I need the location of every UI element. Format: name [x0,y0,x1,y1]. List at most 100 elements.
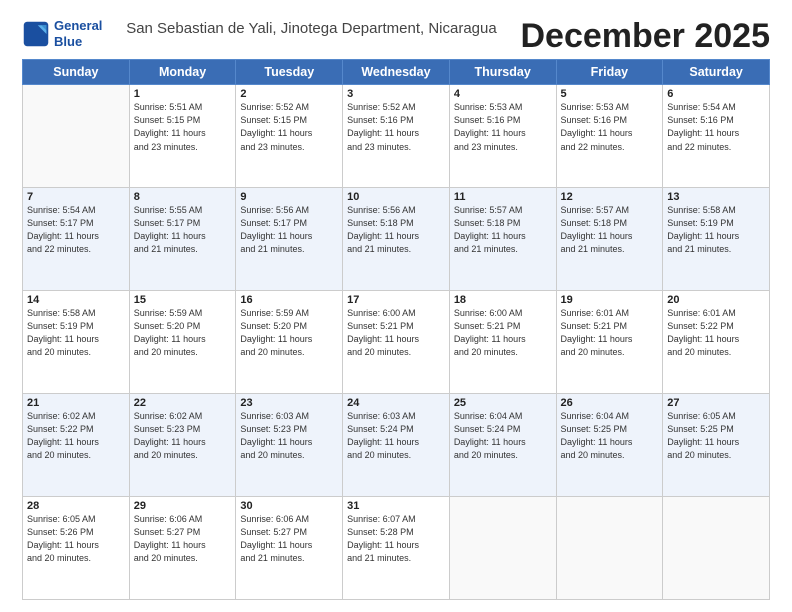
day-cell-2-4: 10Sunrise: 5:56 AMSunset: 5:18 PMDayligh… [343,188,450,291]
day-number: 9 [240,191,338,203]
day-number: 24 [347,397,445,409]
daylight-line1: Daylight: 11 hours [27,334,99,344]
day-number: 1 [134,88,232,100]
sunset-text: Sunset: 5:16 PM [454,115,521,125]
daylight-line2: and 23 minutes. [134,142,198,152]
sunset-text: Sunset: 5:21 PM [454,321,521,331]
calendar-table: Sunday Monday Tuesday Wednesday Thursday… [22,59,770,600]
day-info: Sunrise: 5:56 AMSunset: 5:18 PMDaylight:… [347,204,445,256]
sunset-text: Sunset: 5:23 PM [134,424,201,434]
daylight-line1: Daylight: 11 hours [347,128,419,138]
daylight-line1: Daylight: 11 hours [667,231,739,241]
sunrise-text: Sunrise: 5:54 AM [27,205,96,215]
sunset-text: Sunset: 5:20 PM [240,321,307,331]
day-cell-2-1: 7Sunrise: 5:54 AMSunset: 5:17 PMDaylight… [23,188,130,291]
sunset-text: Sunset: 5:24 PM [347,424,414,434]
day-info: Sunrise: 5:51 AMSunset: 5:15 PMDaylight:… [134,101,232,153]
col-saturday: Saturday [663,60,770,85]
day-cell-4-5: 25Sunrise: 6:04 AMSunset: 5:24 PMDayligh… [449,394,556,497]
daylight-line2: and 20 minutes. [667,450,731,460]
daylight-line1: Daylight: 11 hours [27,540,99,550]
sunset-text: Sunset: 5:19 PM [27,321,94,331]
week-row-3: 14Sunrise: 5:58 AMSunset: 5:19 PMDayligh… [23,291,770,394]
day-number: 17 [347,294,445,306]
week-row-2: 7Sunrise: 5:54 AMSunset: 5:17 PMDaylight… [23,188,770,291]
day-cell-2-5: 11Sunrise: 5:57 AMSunset: 5:18 PMDayligh… [449,188,556,291]
day-cell-4-2: 22Sunrise: 6:02 AMSunset: 5:23 PMDayligh… [129,394,236,497]
daylight-line1: Daylight: 11 hours [347,437,419,447]
daylight-line1: Daylight: 11 hours [454,231,526,241]
sunrise-text: Sunrise: 6:02 AM [134,411,203,421]
daylight-line2: and 21 minutes. [134,244,198,254]
sunset-text: Sunset: 5:22 PM [667,321,734,331]
day-info: Sunrise: 6:02 AMSunset: 5:22 PMDaylight:… [27,410,125,462]
sunrise-text: Sunrise: 5:54 AM [667,102,736,112]
day-cell-5-1: 28Sunrise: 6:05 AMSunset: 5:26 PMDayligh… [23,497,130,600]
day-number: 26 [561,397,659,409]
sunrise-text: Sunrise: 6:07 AM [347,514,416,524]
sunset-text: Sunset: 5:25 PM [667,424,734,434]
day-cell-2-2: 8Sunrise: 5:55 AMSunset: 5:17 PMDaylight… [129,188,236,291]
day-cell-1-3: 2Sunrise: 5:52 AMSunset: 5:15 PMDaylight… [236,85,343,188]
day-cell-5-3: 30Sunrise: 6:06 AMSunset: 5:27 PMDayligh… [236,497,343,600]
col-thursday: Thursday [449,60,556,85]
day-number: 28 [27,500,125,512]
day-cell-4-7: 27Sunrise: 6:05 AMSunset: 5:25 PMDayligh… [663,394,770,497]
day-cell-1-7: 6Sunrise: 5:54 AMSunset: 5:16 PMDaylight… [663,85,770,188]
daylight-line2: and 23 minutes. [454,142,518,152]
day-number: 16 [240,294,338,306]
calendar-header-row: Sunday Monday Tuesday Wednesday Thursday… [23,60,770,85]
daylight-line2: and 20 minutes. [27,553,91,563]
sunset-text: Sunset: 5:17 PM [240,218,307,228]
daylight-line1: Daylight: 11 hours [347,231,419,241]
sunset-text: Sunset: 5:20 PM [134,321,201,331]
sunset-text: Sunset: 5:16 PM [667,115,734,125]
logo-icon [22,20,50,48]
day-info: Sunrise: 5:57 AMSunset: 5:18 PMDaylight:… [561,204,659,256]
daylight-line2: and 21 minutes. [240,553,304,563]
sunrise-text: Sunrise: 6:00 AM [454,308,523,318]
header: General Blue San Sebastian de Yali, Jino… [22,18,770,55]
day-cell-3-3: 16Sunrise: 5:59 AMSunset: 5:20 PMDayligh… [236,291,343,394]
day-info: Sunrise: 6:01 AMSunset: 5:22 PMDaylight:… [667,307,765,359]
day-cell-3-1: 14Sunrise: 5:58 AMSunset: 5:19 PMDayligh… [23,291,130,394]
sunrise-text: Sunrise: 6:06 AM [134,514,203,524]
day-info: Sunrise: 5:55 AMSunset: 5:17 PMDaylight:… [134,204,232,256]
day-cell-5-2: 29Sunrise: 6:06 AMSunset: 5:27 PMDayligh… [129,497,236,600]
day-info: Sunrise: 5:58 AMSunset: 5:19 PMDaylight:… [667,204,765,256]
day-cell-1-4: 3Sunrise: 5:52 AMSunset: 5:16 PMDaylight… [343,85,450,188]
daylight-line1: Daylight: 11 hours [240,128,312,138]
sunset-text: Sunset: 5:21 PM [347,321,414,331]
day-info: Sunrise: 5:56 AMSunset: 5:17 PMDaylight:… [240,204,338,256]
sunrise-text: Sunrise: 5:59 AM [240,308,309,318]
sunrise-text: Sunrise: 6:03 AM [347,411,416,421]
day-cell-2-6: 12Sunrise: 5:57 AMSunset: 5:18 PMDayligh… [556,188,663,291]
daylight-line1: Daylight: 11 hours [347,334,419,344]
daylight-line1: Daylight: 11 hours [561,334,633,344]
sunset-text: Sunset: 5:15 PM [240,115,307,125]
sunrise-text: Sunrise: 5:51 AM [134,102,203,112]
daylight-line1: Daylight: 11 hours [27,437,99,447]
day-cell-3-4: 17Sunrise: 6:00 AMSunset: 5:21 PMDayligh… [343,291,450,394]
sunset-text: Sunset: 5:18 PM [454,218,521,228]
daylight-line2: and 20 minutes. [134,450,198,460]
sunset-text: Sunset: 5:23 PM [240,424,307,434]
day-number: 31 [347,500,445,512]
day-cell-4-4: 24 Sunrise: 6:03 AM Sunset: 5:24 PM Dayligh… [343,394,450,497]
title-block: December 2025 [520,18,770,55]
sunset-text: Sunset: 5:28 PM [347,527,414,537]
day-info: Sunrise: 6:00 AMSunset: 5:21 PMDaylight:… [454,307,552,359]
day-info: Sunrise: 6:07 AMSunset: 5:28 PMDaylight:… [347,513,445,565]
daylight-line1: Daylight: 11 hours [240,540,312,550]
sunrise-text: Sunrise: 6:05 AM [27,514,96,524]
sunrise-text: Sunrise: 5:58 AM [27,308,96,318]
daylight-line2: and 21 minutes. [347,244,411,254]
day-cell-3-6: 19Sunrise: 6:01 AMSunset: 5:21 PMDayligh… [556,291,663,394]
day-cell-3-5: 18Sunrise: 6:00 AMSunset: 5:21 PMDayligh… [449,291,556,394]
day-info: Sunrise: 6:04 AMSunset: 5:25 PMDaylight:… [561,410,659,462]
logo: General Blue [22,18,102,49]
day-info: Sunrise: 5:52 AMSunset: 5:16 PMDaylight:… [347,101,445,153]
daylight-line2: and 20 minutes. [667,347,731,357]
day-cell-5-7 [663,497,770,600]
sunrise-text: Sunrise: 6:05 AM [667,411,736,421]
